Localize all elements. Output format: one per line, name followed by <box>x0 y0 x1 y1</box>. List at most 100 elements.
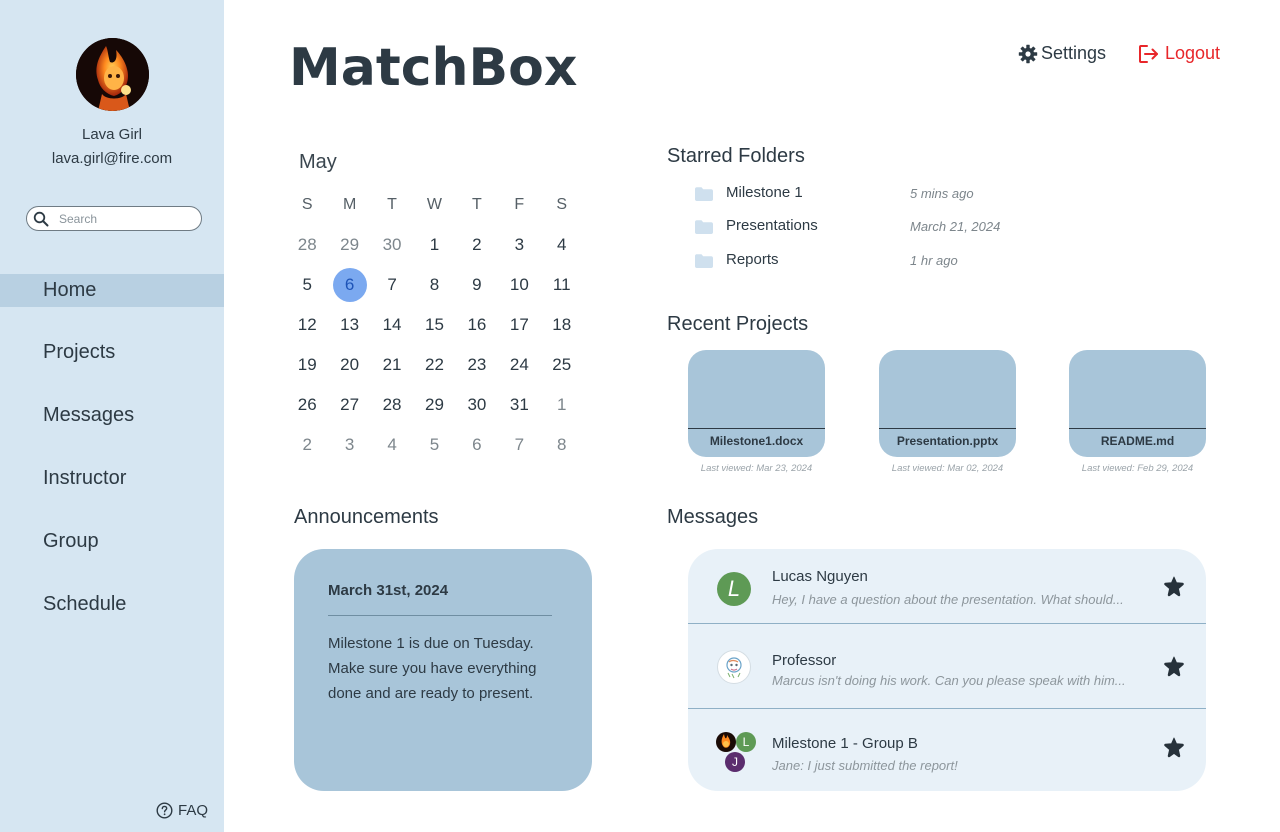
calendar-day[interactable]: 5 <box>413 425 455 465</box>
calendar-month: May <box>299 151 337 173</box>
calendar-day[interactable]: 2 <box>286 425 328 465</box>
message-preview: Hey, I have a question about the present… <box>772 592 1124 607</box>
calendar-week: 26 27 28 29 30 31 1 <box>286 385 583 425</box>
sidebar-item-instructor[interactable]: Instructor <box>0 462 224 495</box>
calendar-day[interactable]: 31 <box>498 385 540 425</box>
calendar-day[interactable]: 29 <box>413 385 455 425</box>
star-icon[interactable] <box>1163 575 1185 597</box>
professor-avatar-icon <box>726 657 742 679</box>
calendar-day[interactable]: 15 <box>413 305 455 345</box>
folder-row[interactable]: Reports 1 hr ago <box>695 251 1115 273</box>
calendar-day[interactable]: 10 <box>498 265 540 305</box>
message-row[interactable]: Professor Marcus isn't doing his work. C… <box>688 624 1206 708</box>
calendar-day[interactable]: 6 <box>456 425 498 465</box>
search-box[interactable] <box>26 206 202 231</box>
calendar-day[interactable]: 14 <box>371 305 413 345</box>
project-last-viewed: Last viewed: Feb 29, 2024 <box>1081 463 1194 474</box>
calendar-day[interactable]: 4 <box>541 225 583 265</box>
weekday-label: M <box>342 196 357 213</box>
folder-name[interactable]: Milestone 1 <box>726 184 803 201</box>
calendar-day[interactable]: 4 <box>371 425 413 465</box>
announcement-card: March 31st, 2024 Milestone 1 is due on T… <box>294 549 592 791</box>
calendar-day[interactable]: 13 <box>328 305 370 345</box>
sidebar: Lava Girl lava.girl@fire.com Home Projec… <box>0 0 224 832</box>
calendar-day[interactable]: 30 <box>456 385 498 425</box>
calendar-day[interactable]: 17 <box>498 305 540 345</box>
announcements-title: Announcements <box>294 506 439 528</box>
calendar-day[interactable]: 21 <box>371 345 413 385</box>
faq-label: FAQ <box>178 802 209 819</box>
project-last-viewed: Last viewed: Mar 23, 2024 <box>700 463 813 474</box>
calendar-day[interactable]: 3 <box>498 225 540 265</box>
message-row[interactable]: L J Milestone 1 - Group B Jane: I just s… <box>688 709 1206 791</box>
app-title: MatchBox <box>289 38 578 98</box>
folder-time: 5 mins ago <box>910 186 974 201</box>
settings-button[interactable]: Settings <box>1018 43 1106 64</box>
calendar-day[interactable]: 20 <box>328 345 370 385</box>
project-card[interactable]: README.md Last viewed: Feb 29, 2024 <box>1069 350 1206 474</box>
message-preview: Marcus isn't doing his work. Can you ple… <box>772 673 1126 688</box>
project-thumbnail[interactable]: README.md <box>1069 350 1206 457</box>
star-icon[interactable] <box>1163 655 1185 677</box>
calendar-day[interactable]: 27 <box>328 385 370 425</box>
project-card[interactable]: Presentation.pptx Last viewed: Mar 02, 2… <box>879 350 1016 474</box>
sidebar-item-home[interactable]: Home <box>0 274 224 307</box>
calendar-day[interactable]: 16 <box>456 305 498 345</box>
calendar-day[interactable]: 19 <box>286 345 328 385</box>
calendar-day-today[interactable]: 6 <box>328 265 370 305</box>
faq-link[interactable]: FAQ <box>156 802 208 819</box>
messages-title: Messages <box>667 506 759 528</box>
user-name: Lava Girl <box>81 126 143 143</box>
sidebar-item-projects[interactable]: Projects <box>0 336 224 369</box>
calendar-day[interactable]: 8 <box>541 425 583 465</box>
message-row[interactable]: L Lucas Nguyen Hey, I have a question ab… <box>688 549 1206 623</box>
calendar-day[interactable]: 5 <box>286 265 328 305</box>
calendar-day[interactable]: 1 <box>413 225 455 265</box>
calendar-day[interactable]: 7 <box>498 425 540 465</box>
calendar-day[interactable]: 22 <box>413 345 455 385</box>
calendar-week: 2 3 4 5 6 7 8 <box>286 425 583 465</box>
message-preview: Jane: I just submitted the report! <box>772 758 958 773</box>
search-input[interactable] <box>59 210 195 227</box>
sidebar-item-messages[interactable]: Messages <box>0 399 224 432</box>
calendar-day[interactable]: 23 <box>456 345 498 385</box>
sidebar-item-group[interactable]: Group <box>0 525 224 558</box>
calendar-day[interactable]: 7 <box>371 265 413 305</box>
calendar-day[interactable]: 9 <box>456 265 498 305</box>
project-card[interactable]: Milestone1.docx Last viewed: Mar 23, 202… <box>688 350 825 474</box>
project-divider <box>879 428 1016 429</box>
project-thumbnail[interactable]: Milestone1.docx <box>688 350 825 457</box>
calendar-day[interactable]: 12 <box>286 305 328 345</box>
calendar-day[interactable]: 2 <box>456 225 498 265</box>
calendar-day[interactable]: 24 <box>498 345 540 385</box>
calendar-day[interactable]: 11 <box>541 265 583 305</box>
folder-row[interactable]: Milestone 1 5 mins ago <box>695 184 1115 206</box>
calendar-day[interactable]: 30 <box>371 225 413 265</box>
folder-row[interactable]: Presentations March 21, 2024 <box>695 217 1115 239</box>
calendar-day[interactable]: 28 <box>371 385 413 425</box>
calendar-day[interactable]: 8 <box>413 265 455 305</box>
project-divider <box>1069 428 1206 429</box>
calendar-day[interactable]: 29 <box>328 225 370 265</box>
calendar-day[interactable]: 26 <box>286 385 328 425</box>
folder-name[interactable]: Reports <box>726 251 779 268</box>
calendar-day[interactable]: 1 <box>541 385 583 425</box>
folder-icon <box>695 220 713 234</box>
user-email: lava.girl@fire.com <box>51 150 173 167</box>
calendar-day[interactable]: 28 <box>286 225 328 265</box>
user-avatar[interactable] <box>76 38 149 111</box>
message-sender: Professor <box>772 652 837 669</box>
calendar-day[interactable]: 3 <box>328 425 370 465</box>
gear-icon <box>1018 44 1038 63</box>
calendar-week: 19 20 21 22 23 24 25 <box>286 345 583 385</box>
project-thumbnail[interactable]: Presentation.pptx <box>879 350 1016 457</box>
message-sender: Lucas Nguyen <box>772 568 868 585</box>
sidebar-item-schedule[interactable]: Schedule <box>0 588 224 621</box>
member-avatar: L <box>736 732 756 752</box>
calendar-day[interactable]: 18 <box>541 305 583 345</box>
folder-name[interactable]: Presentations <box>726 217 818 234</box>
calendar-day[interactable]: 25 <box>541 345 583 385</box>
logout-button[interactable]: Logout <box>1138 43 1220 64</box>
calendar-week: 12 13 14 15 16 17 18 <box>286 305 583 345</box>
star-icon[interactable] <box>1163 736 1185 758</box>
